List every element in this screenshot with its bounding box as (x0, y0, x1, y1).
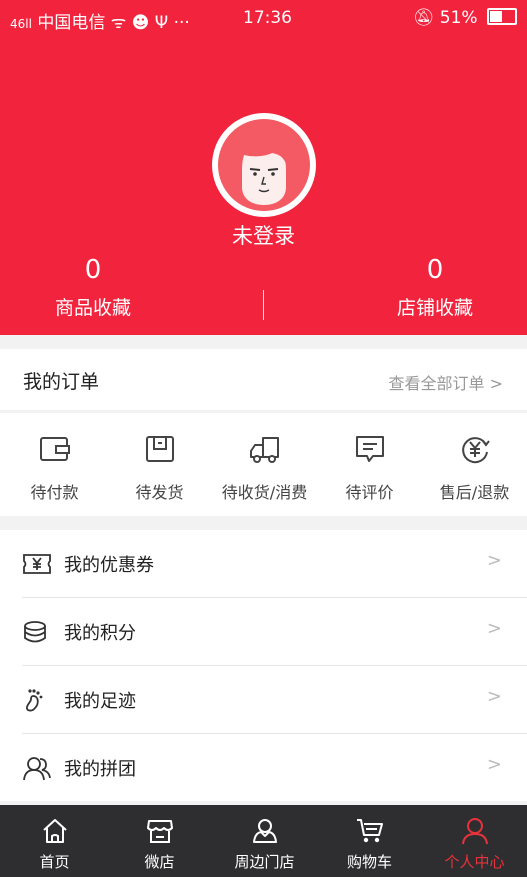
order-status-label: 待收货/消费 (221, 483, 308, 502)
profile-header: 46ll 中国电信 ᯤ ☻ Ψ ··· 17:36 🔕︎ 51% 未登录 0 商… (0, 0, 527, 335)
shop-favorites-count: 0 (426, 255, 444, 285)
account-menu: 我的优惠券 > 我的积分 > 我的足迹 > 我的拼团 > (0, 530, 527, 801)
login-status[interactable]: 未登录 (0, 220, 527, 250)
box-icon (145, 436, 174, 462)
avatar-face-icon (218, 119, 310, 211)
store-icon (146, 820, 173, 843)
menu-item-label: 我的足迹 (64, 691, 136, 712)
shop-favorites[interactable]: 0 店铺收藏 (345, 255, 525, 320)
carrier-name: 中国电信 (37, 13, 106, 33)
orders-title: 我的订单 (23, 371, 100, 393)
tab-label: 首页 (39, 853, 70, 871)
comment-icon (355, 436, 384, 462)
menu-item-coupons[interactable]: 我的优惠券 > (22, 530, 527, 598)
order-status-label: 待付款 (30, 483, 79, 502)
tab-nearby-stores[interactable]: 周边门店 (212, 805, 317, 877)
truck-icon (249, 437, 279, 463)
order-status-label: 待发货 (135, 483, 184, 502)
order-status-row: 待付款 待发货 待收货/消费 待评价 售后/退款 (0, 413, 527, 516)
tab-cart[interactable]: 购物车 (317, 805, 422, 877)
home-icon (42, 819, 67, 843)
order-after-sales[interactable]: 售后/退款 (422, 413, 527, 516)
order-status-label: 待评价 (345, 483, 394, 502)
shop-favorites-label: 店铺收藏 (396, 297, 473, 319)
tab-label: 周边门店 (234, 853, 295, 871)
tab-micro-store[interactable]: 微店 (107, 805, 212, 877)
tab-personal-center[interactable]: 个人中心 (422, 805, 527, 877)
tab-label: 购物车 (346, 853, 392, 871)
wallet-icon (39, 437, 70, 461)
avatar[interactable] (212, 113, 316, 217)
menu-item-label: 我的积分 (64, 623, 136, 644)
menu-item-points[interactable]: 我的积分 > (22, 598, 527, 666)
battery-icon (487, 8, 517, 25)
chevron-right-icon: > (486, 686, 502, 707)
order-pending-shipment[interactable]: 待发货 (107, 413, 212, 516)
menu-item-footprints[interactable]: 我的足迹 > (22, 666, 527, 734)
order-pending-review[interactable]: 待评价 (317, 413, 422, 516)
person-icon (461, 818, 488, 845)
coupon-icon (23, 554, 51, 574)
menu-item-label: 我的拼团 (64, 759, 136, 780)
nearby-icon (252, 819, 277, 843)
menu-item-group-buy[interactable]: 我的拼团 > (22, 734, 527, 801)
chevron-right-icon: > (486, 754, 502, 775)
product-favorites-count: 0 (84, 255, 102, 285)
tab-label: 个人中心 (444, 853, 505, 871)
mute-icon: 🔕︎ (412, 8, 435, 28)
order-pending-payment[interactable]: 待付款 (2, 413, 107, 516)
orders-header: 我的订单 查看全部订单 > (0, 349, 527, 410)
view-all-orders-link[interactable]: 查看全部订单 > (389, 370, 504, 394)
product-favorites[interactable]: 0 商品收藏 (3, 255, 183, 320)
group-icon (23, 757, 51, 781)
coins-icon (24, 621, 46, 643)
signal-icon: 46ll (10, 17, 32, 31)
product-favorites-label: 商品收藏 (54, 297, 131, 319)
status-indicators: ᯤ ☻ Ψ ··· (110, 13, 190, 33)
tab-label: 微店 (144, 853, 175, 871)
chevron-right-icon: > (486, 550, 502, 571)
footprint-icon (26, 689, 43, 712)
chevron-right-icon: > (486, 618, 502, 639)
bottom-tab-bar: 首页 微店 周边门店 购物车 个人中心 (0, 805, 527, 877)
order-pending-receipt[interactable]: 待收货/消费 (212, 413, 317, 516)
order-status-label: 售后/退款 (439, 483, 510, 502)
menu-item-label: 我的优惠券 (64, 555, 154, 576)
tab-home[interactable]: 首页 (2, 805, 107, 877)
battery-level: 51% (439, 8, 478, 28)
status-bar: 46ll 中国电信 ᯤ ☻ Ψ ··· 17:36 🔕︎ 51% (0, 0, 527, 36)
stat-divider (263, 290, 264, 320)
cart-icon (356, 819, 383, 843)
clock: 17:36 (243, 8, 292, 28)
refund-icon (461, 437, 490, 464)
